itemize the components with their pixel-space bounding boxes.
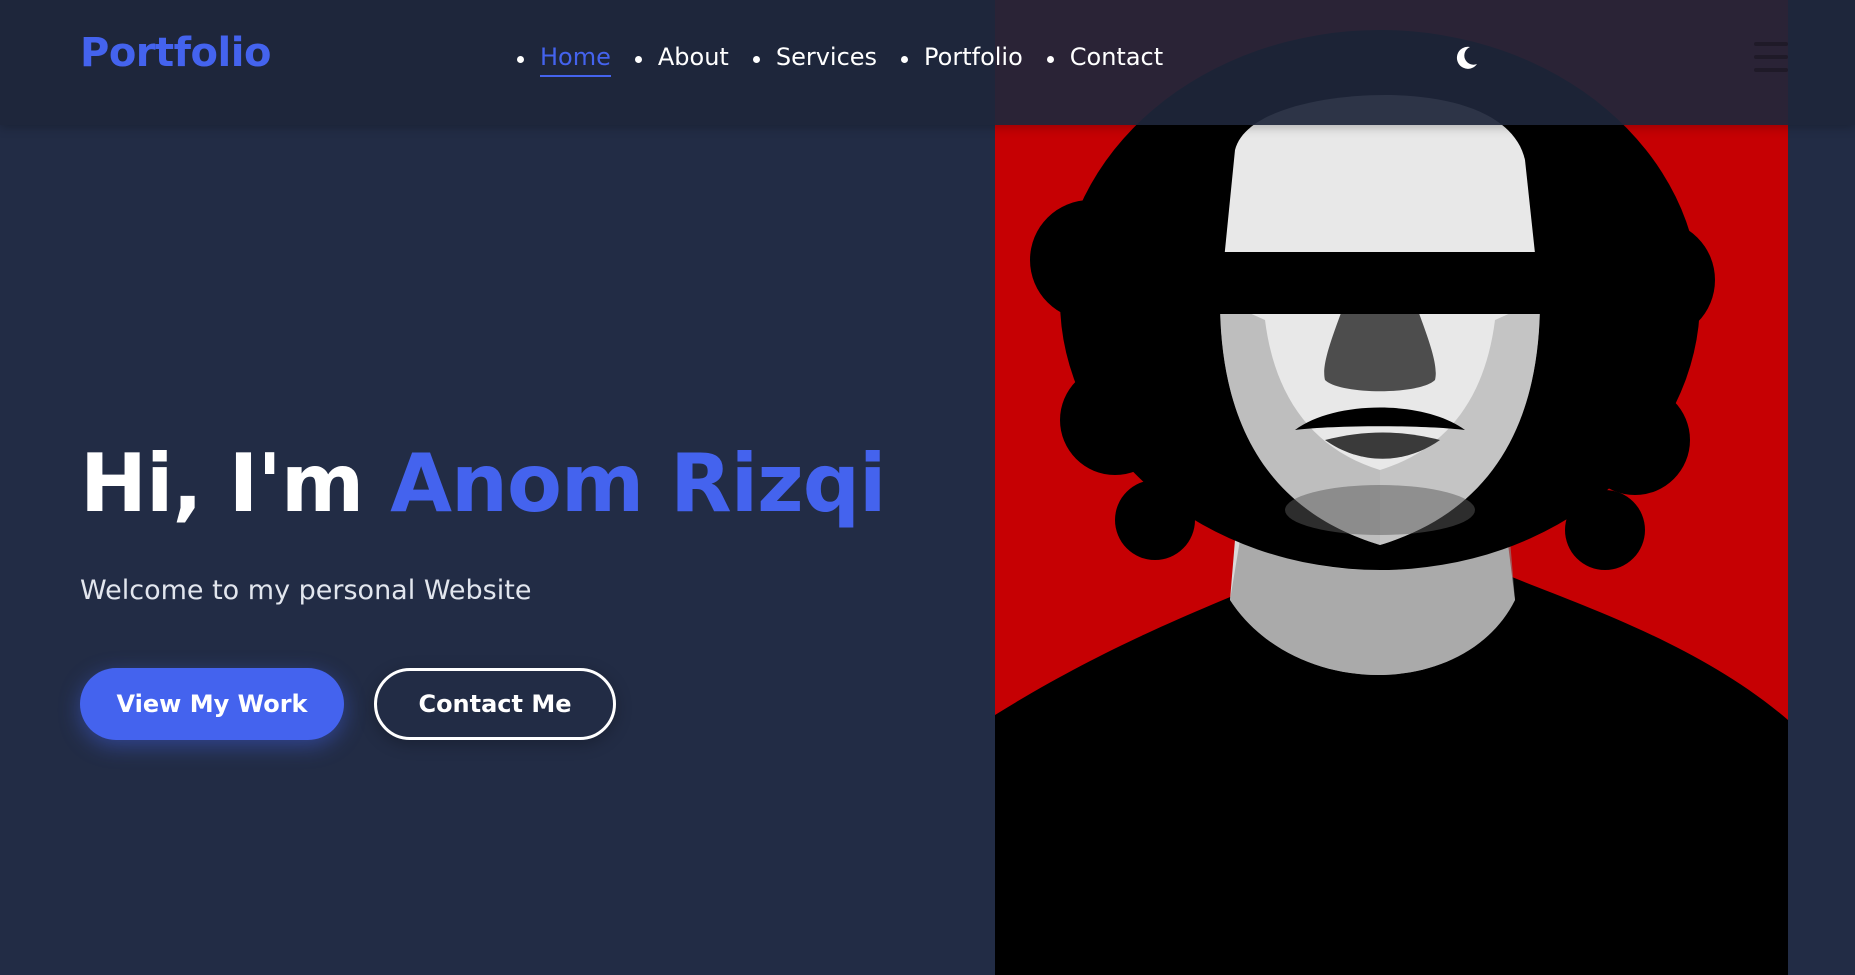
bullet-dot-icon	[634, 56, 642, 64]
nav-link-portfolio[interactable]: Portfolio	[924, 43, 1023, 78]
view-my-work-button[interactable]: View My Work	[80, 668, 344, 740]
moon-icon	[1456, 46, 1477, 69]
bullet-dot-icon	[517, 56, 524, 64]
hero-heading: Hi, I'm Anom Rizqi	[80, 437, 886, 530]
bullet-dot-icon	[901, 56, 909, 64]
bullet-dot-icon	[752, 56, 760, 64]
portrait-photo	[995, 0, 1788, 975]
main-navigation: Home About Services Portfolio Contact	[517, 40, 1187, 80]
hamburger-menu-icon[interactable]	[1754, 42, 1788, 72]
nav-item-services: Services	[752, 43, 877, 78]
hero-subtitle: Welcome to my personal Website	[80, 575, 532, 606]
contact-me-button[interactable]: Contact Me	[374, 668, 616, 740]
right-edge-strip	[1788, 0, 1855, 975]
nav-link-home[interactable]: Home	[540, 43, 611, 78]
nav-item-portfolio: Portfolio	[901, 43, 1023, 78]
nav-link-about[interactable]: About	[658, 43, 729, 78]
hero-greeting: Hi, I'm	[80, 437, 364, 530]
bullet-dot-icon	[1046, 56, 1054, 64]
nav-item-contact: Contact	[1046, 43, 1163, 78]
hero-name: Anom Rizqi	[390, 437, 886, 530]
portrait-illustration	[995, 0, 1788, 975]
top-navbar: Portfolio Home About Services Portfolio …	[0, 0, 1855, 125]
nav-item-about: About	[634, 43, 729, 78]
nav-link-contact[interactable]: Contact	[1070, 43, 1163, 78]
nav-item-home: Home	[517, 43, 611, 78]
site-logo[interactable]: Portfolio	[80, 30, 271, 76]
theme-toggle-button[interactable]	[1450, 38, 1482, 78]
nav-link-services[interactable]: Services	[776, 43, 877, 78]
